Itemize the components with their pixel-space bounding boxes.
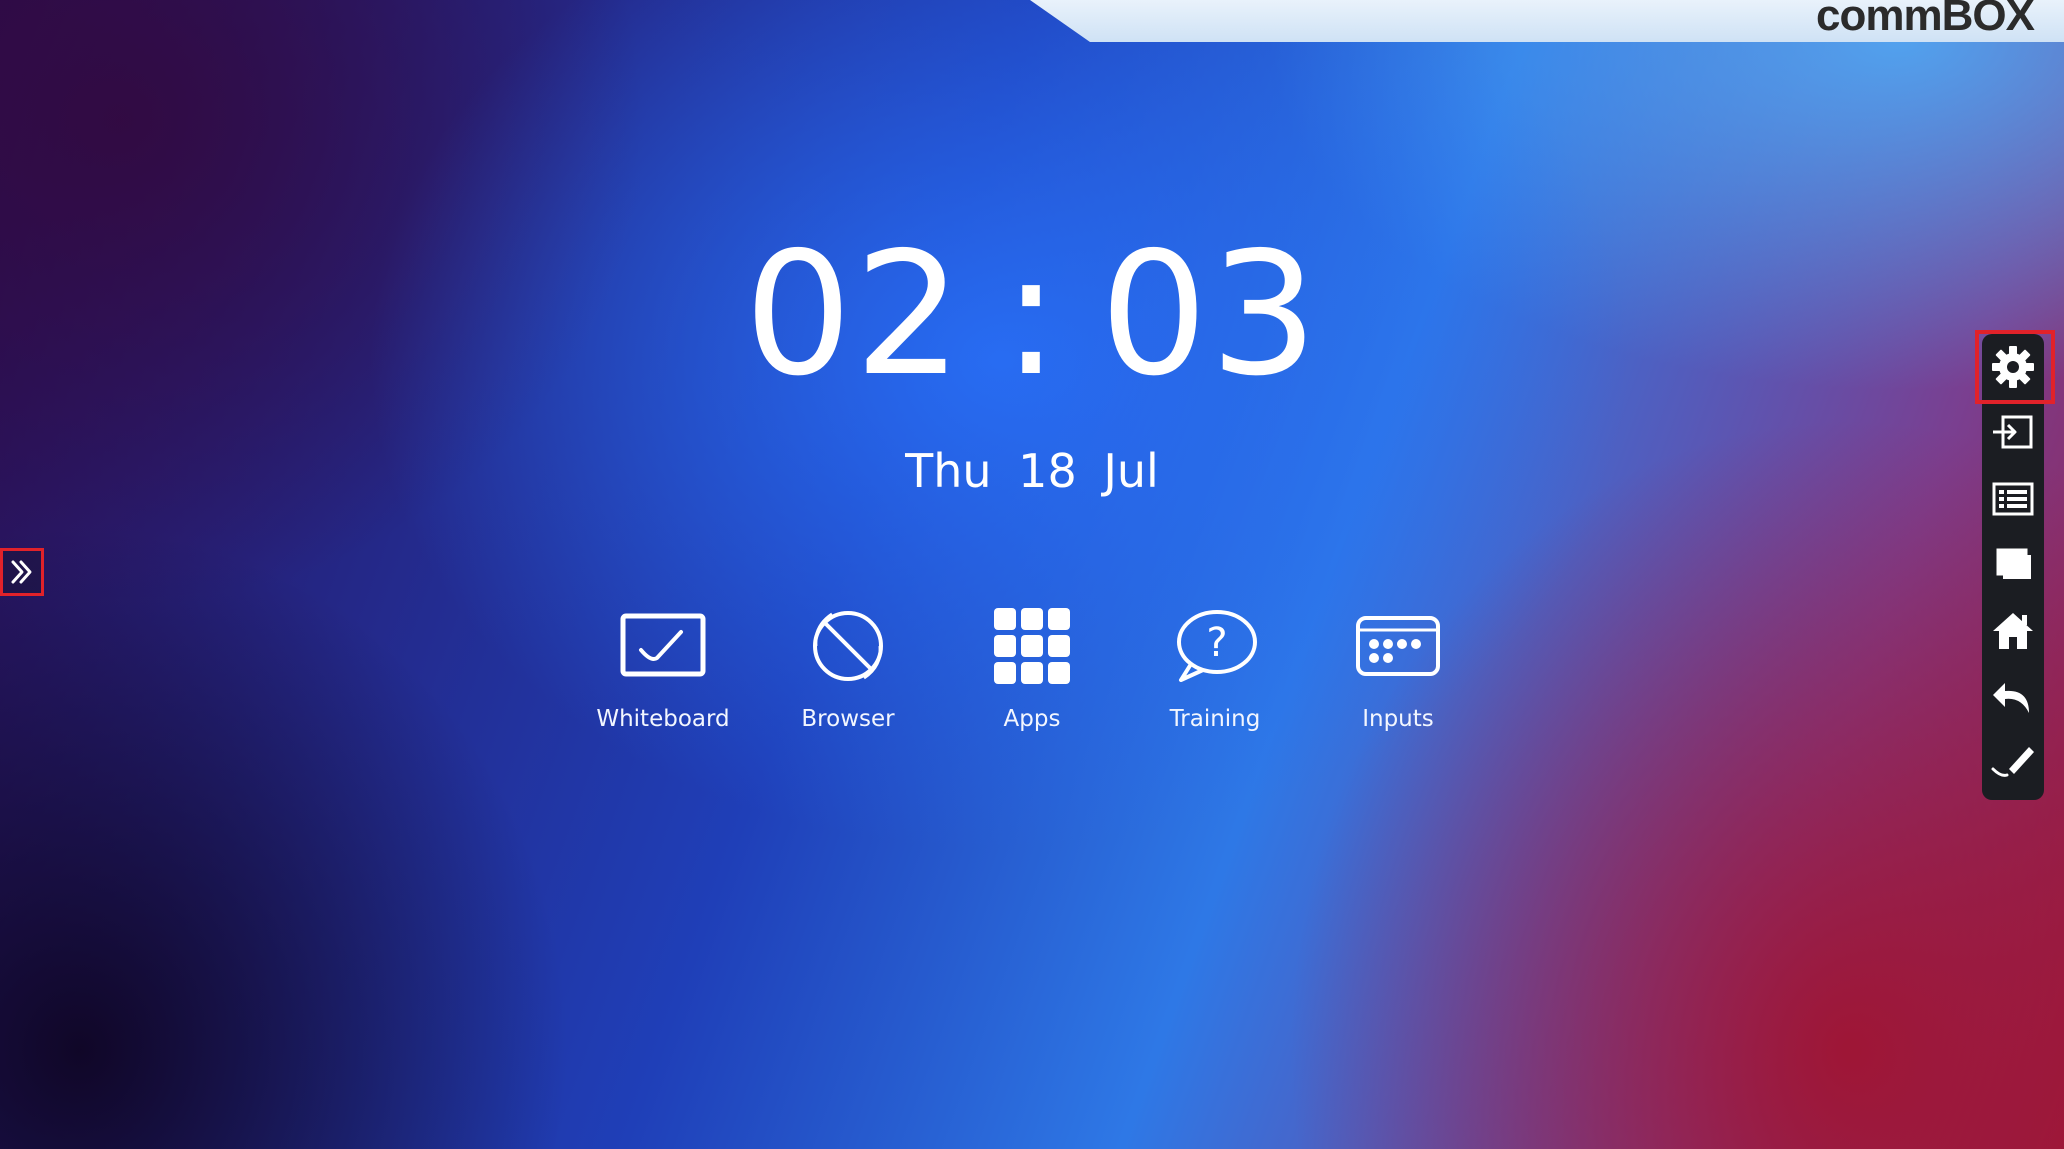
clock-separator: :: [1002, 216, 1062, 414]
list-icon: [1992, 482, 2034, 516]
commbox-logo: commBOX: [1816, 0, 2035, 40]
app-launcher: Whiteboard Browser Apps ? Training Input…: [0, 600, 2064, 750]
training-launcher-button[interactable]: ? Training: [1130, 600, 1300, 750]
windows-icon: [1996, 548, 2031, 579]
settings-button[interactable]: [1982, 334, 2044, 400]
whiteboard-label: Whiteboard: [596, 706, 730, 732]
input-source-icon: [1993, 415, 2033, 449]
sidebar-expand-button[interactable]: [0, 548, 44, 596]
home-button[interactable]: [1982, 598, 2044, 664]
clock-hours: 02: [744, 216, 965, 414]
whiteboard-launcher-button[interactable]: Whiteboard: [578, 600, 748, 750]
gear-icon: [1992, 346, 2034, 388]
clock: 02:03: [0, 230, 2064, 400]
windows-button[interactable]: [1982, 532, 2044, 598]
pen-annotate-icon: [1991, 747, 2034, 777]
inputs-icon: [1356, 616, 1440, 676]
annotate-button[interactable]: [1982, 730, 2044, 796]
double-chevron-right-icon: [11, 560, 32, 584]
inputs-label: Inputs: [1362, 706, 1434, 732]
training-label: Training: [1169, 706, 1261, 732]
back-button[interactable]: [1982, 664, 2044, 730]
browser-icon: [813, 611, 883, 681]
list-button[interactable]: [1982, 466, 2044, 532]
date-display: Thu 18 Jul: [905, 444, 1159, 498]
svg-text:?: ?: [1206, 620, 1227, 666]
inputs-launcher-button[interactable]: Inputs: [1313, 600, 1483, 750]
apps-grid-icon: [994, 608, 1070, 684]
apps-label: Apps: [1003, 706, 1061, 732]
side-toolbar: [1982, 334, 2044, 800]
help-bubble-icon: ?: [1177, 610, 1257, 682]
back-icon: [1993, 683, 2029, 713]
input-source-button[interactable]: [1982, 400, 2044, 466]
browser-label: Browser: [801, 706, 895, 732]
home-icon: [1993, 613, 2033, 649]
apps-launcher-button[interactable]: Apps: [947, 600, 1117, 750]
clock-minutes: 03: [1099, 216, 1320, 414]
browser-launcher-button[interactable]: Browser: [763, 600, 933, 750]
brand-banner: commBOX: [1030, 0, 2064, 42]
whiteboard-icon: [620, 613, 706, 677]
